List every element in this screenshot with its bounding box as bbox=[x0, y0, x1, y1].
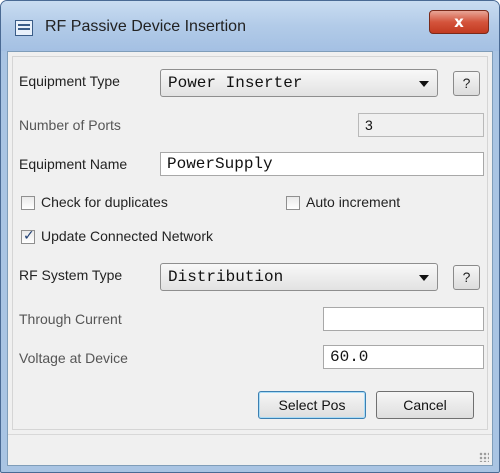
dialog-body: Equipment Type Power Inserter ? Number o… bbox=[7, 51, 493, 466]
check-duplicates-checkbox[interactable] bbox=[21, 196, 35, 210]
auto-increment-checkbox[interactable] bbox=[286, 196, 300, 210]
update-network-checkbox[interactable]: ✓ bbox=[21, 228, 35, 244]
dialog-window: RF Passive Device Insertion x Equipment … bbox=[0, 0, 500, 473]
equipment-name-label: Equipment Name bbox=[19, 156, 128, 172]
resize-grip-icon[interactable] bbox=[479, 452, 489, 462]
cancel-label: Cancel bbox=[403, 397, 447, 413]
help-label: ? bbox=[462, 75, 471, 91]
chevron-down-icon bbox=[419, 81, 429, 87]
through-current-input[interactable] bbox=[323, 307, 484, 331]
voltage-label: Voltage at Device bbox=[19, 350, 128, 366]
select-pos-button[interactable]: Select Pos bbox=[258, 391, 366, 419]
title-bar[interactable]: RF Passive Device Insertion x bbox=[1, 1, 499, 51]
update-network-label: Update Connected Network bbox=[41, 228, 213, 244]
check-icon: ✓ bbox=[23, 228, 35, 244]
close-button[interactable]: x bbox=[429, 10, 489, 34]
rf-system-type-help-button[interactable]: ? bbox=[453, 265, 480, 290]
voltage-input[interactable]: 60.0 bbox=[323, 345, 484, 369]
cancel-button[interactable]: Cancel bbox=[376, 391, 474, 419]
through-current-label: Through Current bbox=[19, 311, 122, 327]
window-title: RF Passive Device Insertion bbox=[45, 18, 246, 35]
equipment-type-help-button[interactable]: ? bbox=[453, 71, 480, 96]
select-pos-label: Select Pos bbox=[278, 397, 346, 413]
form-panel: Equipment Type Power Inserter ? Number o… bbox=[12, 56, 488, 430]
app-icon bbox=[15, 20, 33, 36]
number-of-ports-field: 3 bbox=[358, 113, 484, 137]
close-icon: x bbox=[454, 13, 464, 31]
rf-system-type-value: Distribution bbox=[168, 268, 284, 286]
equipment-type-value: Power Inserter bbox=[168, 74, 303, 92]
equipment-type-label: Equipment Type bbox=[19, 73, 120, 89]
check-duplicates-label: Check for duplicates bbox=[41, 194, 168, 210]
rf-system-type-select[interactable]: Distribution bbox=[160, 263, 438, 291]
rf-system-type-label: RF System Type bbox=[19, 267, 123, 283]
auto-increment-label: Auto increment bbox=[306, 194, 401, 210]
equipment-type-select[interactable]: Power Inserter bbox=[160, 69, 438, 97]
equipment-name-input[interactable]: PowerSupply bbox=[160, 152, 484, 176]
number-of-ports-label: Number of Ports bbox=[19, 117, 121, 133]
help-label: ? bbox=[462, 269, 471, 285]
chevron-down-icon bbox=[419, 275, 429, 281]
status-bar bbox=[8, 434, 492, 465]
